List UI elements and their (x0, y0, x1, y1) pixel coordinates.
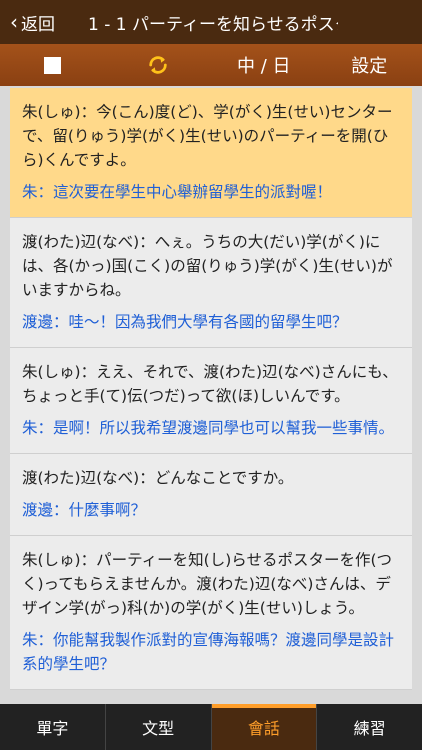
japanese-line: 渡(わた)辺(なべ)：どんなことですか。 (22, 469, 294, 487)
chinese-translation: 渡邊：什麼事啊？ (22, 501, 147, 519)
chinese-translation: 朱：是啊！所以我希望渡邊同學也可以幫我一些事情。 (22, 419, 395, 437)
repeat-icon (149, 56, 167, 74)
language-toggle-button[interactable]: 中 / 日 (211, 44, 317, 86)
dialogue-card[interactable]: 渡(わた)辺(なべ)：どんなことですか。 渡邊：什麼事啊？ (10, 454, 412, 536)
settings-button[interactable]: 設定 (317, 44, 422, 86)
stop-square-icon (44, 56, 62, 74)
stop-button[interactable] (0, 44, 106, 86)
dialogue-card[interactable]: 朱(しゅ)：ええ、それで、渡(わた)辺(なべ)さんにも、ちょっと手(て)伝(つだ… (10, 348, 412, 454)
dialogue-list[interactable]: 朱(しゅ)：今(こん)度(ど)、学(がく)生(せい)センターで、留(りゅう)学(… (10, 88, 412, 702)
tab-1[interactable]: 文型 (106, 704, 212, 750)
back-label: 返回 (21, 14, 55, 35)
dialogue-card[interactable]: 朱(しゅ)：今(こん)度(ど)、学(がく)生(せい)センターで、留(りゅう)学(… (10, 88, 412, 218)
chevron-left-icon: ‹ (10, 10, 18, 34)
repeat-button[interactable] (106, 44, 212, 86)
japanese-line: 渡(わた)辺(なべ)：へぇ。うちの大(だい)学(がく)には、各(かっ)国(こく)… (22, 233, 393, 299)
bottom-tab-bar: 單字 文型 會話 練習 (0, 704, 422, 750)
dialogue-card[interactable]: 朱(しゅ)：パーティーを知(し)らせるポスターを作(つく)ってもらえませんか。渡… (10, 536, 412, 690)
japanese-line: 朱(しゅ)：今(こん)度(ど)、学(がく)生(せい)センターで、留(りゅう)学(… (22, 103, 393, 169)
back-button[interactable]: ‹ 返回 (0, 10, 70, 35)
tab-3[interactable]: 練習 (317, 704, 422, 750)
chinese-translation: 渡邊：哇～！因為我們大學有各國的留學生吧？ (22, 313, 348, 331)
tab-2[interactable]: 會話 (211, 704, 318, 750)
tab-0[interactable]: 單字 (0, 704, 106, 750)
japanese-line: 朱(しゅ)：ええ、それで、渡(わた)辺(なべ)さんにも、ちょっと手(て)伝(つだ… (22, 363, 398, 405)
chinese-translation: 朱：這次要在學生中心舉辦留學生的派對喔！ (22, 183, 333, 201)
toolbar: 中 / 日 設定 (0, 44, 422, 86)
japanese-line: 朱(しゅ)：パーティーを知(し)らせるポスターを作(つく)ってもらえませんか。渡… (22, 551, 392, 617)
page-title: 1 - 1 パーティーを知らせるポスター (88, 14, 338, 35)
chinese-translation: 朱：你能幫我製作派對的宣傳海報嗎？渡邊同學是設計系的學生吧？ (22, 631, 395, 673)
dialogue-card[interactable]: 渡(わた)辺(なべ)：へぇ。うちの大(だい)学(がく)には、各(かっ)国(こく)… (10, 218, 412, 348)
title-bar: ‹ 返回 1 - 1 パーティーを知らせるポスター (0, 0, 422, 44)
